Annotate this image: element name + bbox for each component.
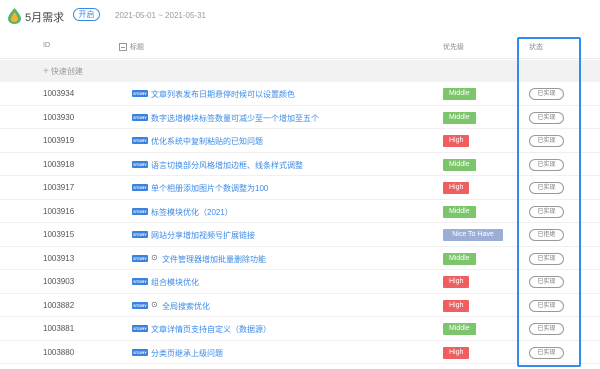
priority-badge[interactable]: High [443,346,470,359]
state-badge[interactable]: 已实现 [529,346,564,359]
story-type-tag: STORY [132,301,148,309]
story-id[interactable]: 1003903 [43,277,74,286]
header-bar: 5月需求 开启 2021-05-01 ~ 2021-05-31 [0,0,600,30]
story-type-tag: STORY [132,325,148,332]
story-id[interactable]: 1003934 [43,89,74,98]
story-table-body: 1003934 STORY 文章列表发布日期悬停时候可以设置颜色 Middle 已实现 1… [0,82,600,364]
priority-badge[interactable]: Middle [443,205,476,218]
story-title-link[interactable]: 单个相册添加图片个数调整为100 [151,183,268,194]
table-row[interactable]: 1003903 STORY 组合模块优化 High 已实现 [0,270,600,294]
story-title-link[interactable]: 文章详情页支持自定义（数据源） [151,324,271,335]
column-header-priority[interactable]: 优先级 [443,42,464,52]
story-type-tag: STORY [132,137,148,144]
story-title-link[interactable]: 分类页继承上级问题 [151,348,223,359]
state-badge[interactable]: 已实现 [529,88,564,100]
table-row[interactable]: 1003882 STORY ⊙ 全局搜索优化 High 已实现 [0,294,600,317]
priority-badge[interactable]: Middle [443,111,476,124]
table-row[interactable]: 1003915 STORY 网站分享增加视频号扩展链接 Nice To Have 已拒绝 [0,223,600,247]
table-row[interactable]: 1003918 STORY 语言切换部分风格增加边框、线条样式调整 Middle 已实现 [0,153,600,176]
story-type-tag: STORY [132,113,148,121]
story-type-tag: STORY [132,348,148,356]
story-title-link[interactable]: 文章列表发布日期悬停时候可以设置颜色 [151,89,295,100]
story-title-link[interactable]: 网站分享增加视频号扩展链接 [151,230,255,241]
state-badge[interactable]: 已实现 [529,111,564,124]
story-type-tag: STORY [132,184,148,191]
story-id[interactable]: 1003913 [43,254,74,263]
priority-badge[interactable]: Middle [443,252,476,265]
plus-icon: + [43,66,49,77]
table-row[interactable]: 1003917 STORY 单个相册添加图片个数调整为100 High 已实现 [0,176,600,200]
priority-badge[interactable]: High [443,135,470,147]
story-id[interactable]: 1003917 [43,183,74,192]
state-badge[interactable]: 已实现 [529,205,564,218]
attachment-icon: ⊙ [151,252,158,262]
state-badge[interactable]: 已实现 [529,158,564,171]
story-title-link[interactable]: 语言切换部分风格增加边框、线条样式调整 [151,160,303,171]
story-type-tag: STORY [132,207,148,215]
story-id[interactable]: 1003918 [43,160,74,169]
story-title-link[interactable]: 优化系统中复制粘贴的已知问题 [151,136,263,147]
quick-create-button[interactable]: + 快速创建 [43,66,83,77]
table-row[interactable]: 1003919 STORY 优化系统中复制粘贴的已知问题 High 已实现 [0,129,600,153]
quick-create-label: 快速创建 [50,67,83,76]
column-header-id[interactable]: ID [43,42,50,49]
collapse-all-icon[interactable] [119,43,127,51]
state-badge[interactable]: 已实现 [529,276,564,288]
story-id[interactable]: 1003919 [43,136,74,145]
column-header-state[interactable]: 状态 [529,42,543,52]
iteration-title: 5月需求 [25,12,65,24]
story-title-link[interactable]: 标签模块优化（2021） [151,207,233,218]
state-badge[interactable]: 已实现 [529,135,564,147]
column-header-title[interactable]: 标题 [119,42,144,52]
priority-badge[interactable]: High [443,276,470,288]
priority-badge[interactable]: Middle [443,158,476,171]
story-type-tag: STORY [132,254,148,262]
story-type-tag: STORY [132,160,148,168]
story-title-link[interactable]: 全局搜索优化 [162,301,210,312]
iteration-date-range: 2021-05-01 ~ 2021-05-31 [115,11,206,20]
story-title-link[interactable]: 组合模块优化 [151,277,199,288]
priority-badge[interactable]: High [443,299,470,312]
story-id[interactable]: 1003882 [43,301,74,310]
table-row[interactable]: 1003934 STORY 文章列表发布日期悬停时候可以设置颜色 Middle 已实现 [0,82,600,106]
state-badge[interactable]: 已实现 [529,182,564,194]
table-row[interactable]: 1003880 STORY 分类页继承上级问题 High 已实现 [0,341,600,364]
story-title-link[interactable]: 数字选增模块标签数量可减少至一个增加至五个 [151,113,319,124]
priority-badge[interactable]: High [443,182,470,194]
state-badge[interactable]: 已实现 [529,323,564,335]
story-id[interactable]: 1003930 [43,113,74,122]
priority-badge[interactable]: Middle [443,88,476,100]
story-id[interactable]: 1003915 [43,230,74,239]
priority-badge[interactable]: Nice To Have [443,229,503,241]
story-type-tag: STORY [132,231,148,238]
priority-badge[interactable]: Middle [443,323,476,335]
story-id[interactable]: 1003881 [43,324,74,333]
story-id[interactable]: 1003880 [43,348,74,357]
state-badge[interactable]: 已实现 [529,252,564,265]
table-row[interactable]: 1003913 STORY ⊙ 文件管理器增加批量删除功能 Middle 已实现 [0,247,600,270]
table-row[interactable]: 1003930 STORY 数字选增模块标签数量可减少至一个增加至五个 Middle 已… [0,106,600,129]
attachment-icon: ⊙ [151,299,158,309]
state-badge[interactable]: 已实现 [529,299,564,312]
quick-create-row[interactable]: + 快速创建 [0,60,600,82]
story-id[interactable]: 1003916 [43,207,74,216]
column-header-title-label: 标题 [130,44,144,51]
story-type-tag: STORY [132,90,148,97]
table-row[interactable]: 1003881 STORY 文章详情页支持自定义（数据源） Middle 已实现 [0,317,600,341]
table-row[interactable]: 1003916 STORY 标签模块优化（2021） Middle 已实现 [0,200,600,223]
iteration-status-badge[interactable]: 开启 [73,8,100,21]
droplet-logo-icon [8,8,21,24]
state-badge[interactable]: 已拒绝 [529,229,564,241]
header-divider [0,58,600,59]
story-type-tag: STORY [132,278,148,285]
story-title-link[interactable]: 文件管理器增加批量删除功能 [162,254,266,265]
